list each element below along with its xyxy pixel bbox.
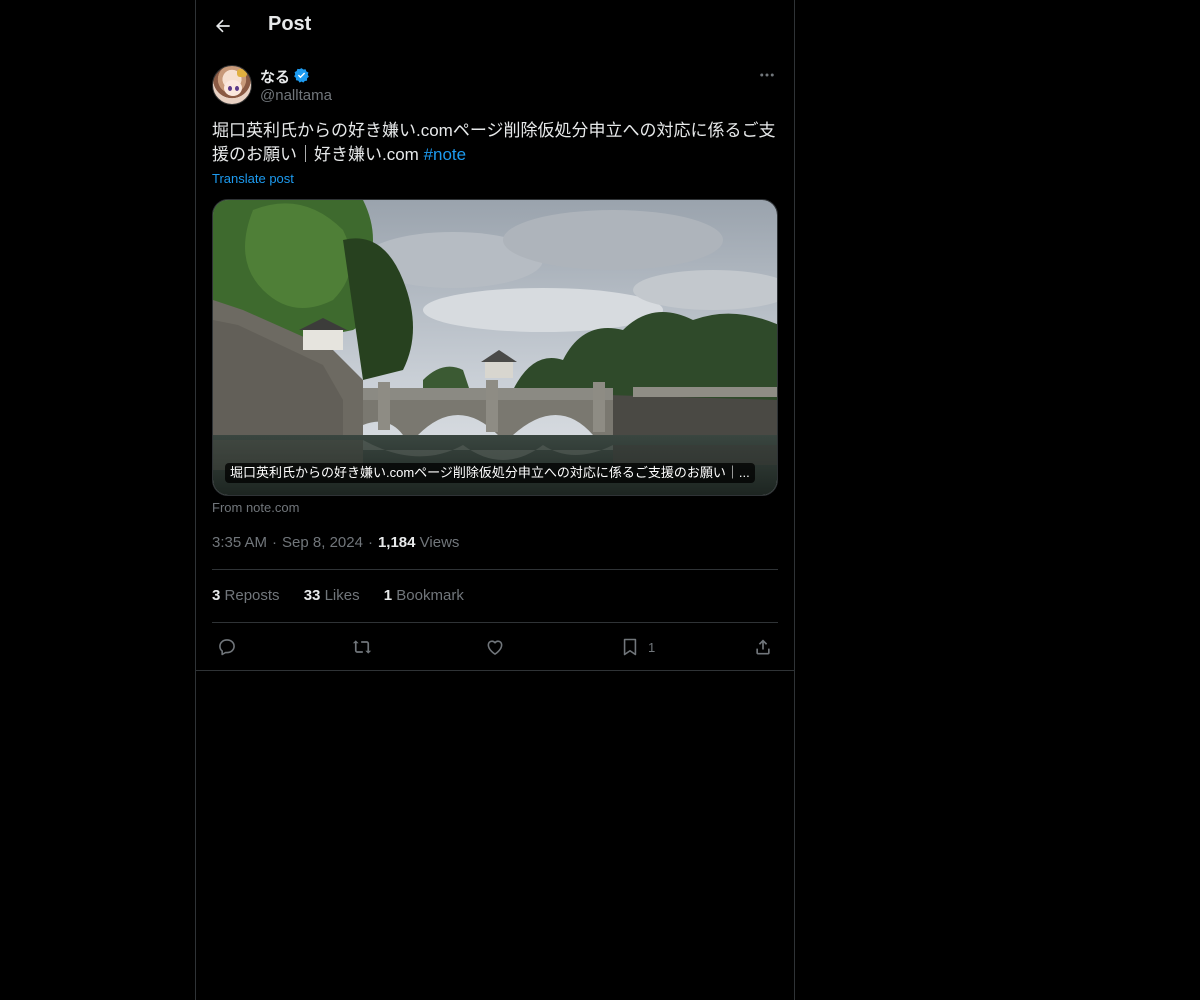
page-title: Post (268, 13, 312, 35)
back-button[interactable] (208, 11, 238, 41)
more-options-button[interactable] (754, 64, 780, 86)
bookmark-icon (623, 638, 637, 656)
bookmark-button[interactable]: 1 (620, 636, 655, 658)
post-author: なる @nalltama (212, 64, 778, 108)
verified-badge-icon (294, 68, 309, 83)
share-button[interactable] (753, 636, 773, 658)
action-bar: 1 (196, 622, 794, 670)
engagement-stats: 3 Reposts 33 Likes 1 Bookmark (212, 587, 484, 604)
views-count: 1,184 (377, 534, 416, 551)
bookmark-count: 1 (648, 639, 656, 655)
bookmarks-stat[interactable]: 1 Bookmark (384, 587, 464, 604)
card-title: 堀口英利氏からの好き嫌い.comページ削除仮処分申立への対応に係るご支援のお願い… (225, 463, 755, 483)
reply-icon (219, 639, 235, 656)
avatar[interactable] (212, 65, 252, 105)
link-card[interactable]: 堀口英利氏からの好き嫌い.comページ削除仮処分申立への対応に係るご支援のお願い… (212, 199, 778, 496)
post-meta: 3:35 AM · Sep 8, 2024 · 1,184 Views (212, 534, 460, 551)
translate-post-link[interactable]: Translate post (212, 171, 294, 186)
divider (212, 569, 778, 570)
repost-icon (352, 640, 372, 654)
reposts-stat[interactable]: 3 Reposts (212, 587, 280, 604)
more-icon (760, 73, 774, 77)
likes-stat[interactable]: 33 Likes (304, 587, 360, 604)
reply-button[interactable] (217, 636, 237, 658)
divider (196, 670, 794, 671)
views-label: Views (419, 534, 460, 551)
card-image (213, 200, 777, 495)
author-handle[interactable]: @nalltama (260, 87, 332, 104)
post-text: 堀口英利氏からの好き嫌い.comページ削除仮処分申立への対応に係るご支援のお願い… (212, 119, 782, 167)
share-icon (756, 639, 770, 655)
post-column: Post なる @nalltama 堀口英利氏からの好き嫌い.comページ削除仮… (195, 0, 795, 1000)
post-time[interactable]: 3:35 AM (212, 534, 267, 551)
arrow-left-icon (216, 19, 230, 33)
post-body: 堀口英利氏からの好き嫌い.comページ削除仮処分申立への対応に係るご支援のお願い… (212, 121, 776, 164)
post-date[interactable]: Sep 8, 2024 (282, 534, 363, 551)
page-header: Post (196, 0, 794, 53)
repost-button[interactable] (351, 636, 373, 658)
card-source[interactable]: From note.com (212, 500, 299, 515)
heart-icon (487, 640, 503, 655)
hashtag-link[interactable]: #note (424, 145, 467, 164)
like-button[interactable] (485, 636, 505, 658)
author-display-name[interactable]: なる (260, 66, 290, 87)
